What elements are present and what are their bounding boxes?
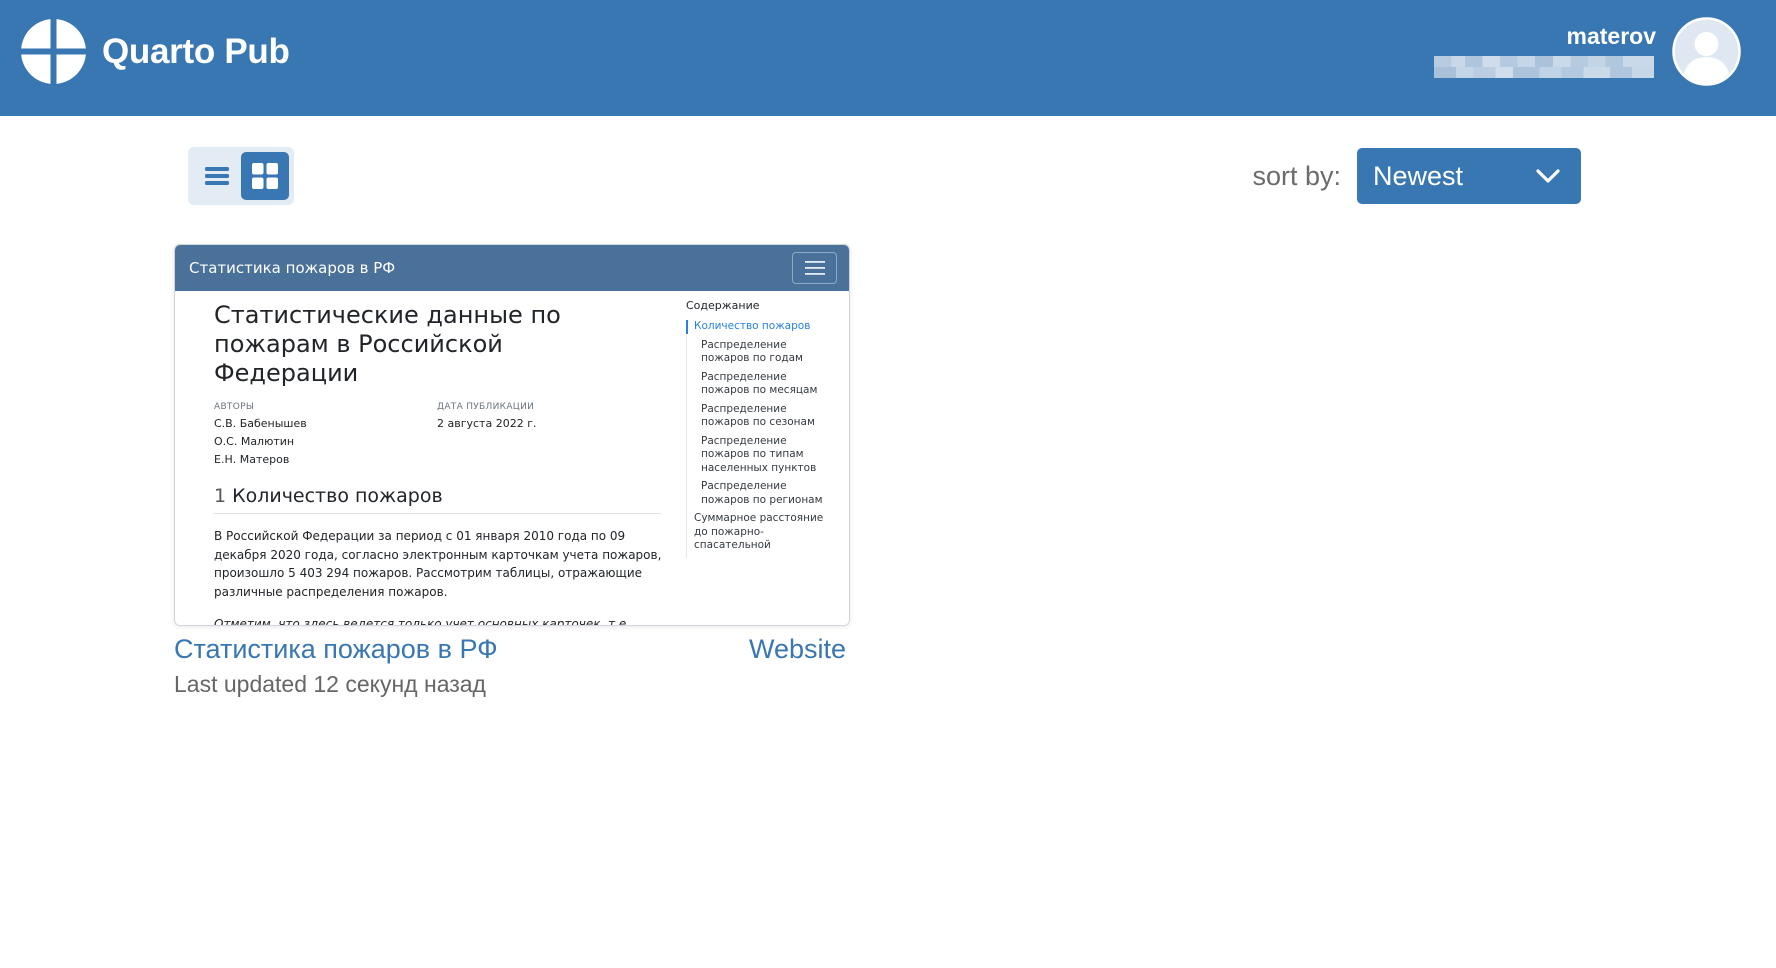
publication-thumbnail[interactable]: Статистика пожаров в РФ Статистические д… <box>174 244 850 626</box>
list-view-button[interactable] <box>193 152 241 200</box>
user-name: materov <box>1566 23 1656 49</box>
table-of-contents: Количество пожаров Распределение пожаров… <box>686 320 836 558</box>
thumbnail-navbar: Статистика пожаров в РФ <box>175 245 849 291</box>
brand-name[interactable]: Quarto Pub <box>102 30 290 74</box>
top-navbar: Quarto Pub materov <box>0 0 1776 116</box>
section-number: 1 <box>214 485 227 507</box>
grid-view-button[interactable] <box>241 152 289 200</box>
user-avatar-icon[interactable] <box>1672 17 1741 86</box>
grid-icon <box>252 163 278 189</box>
publication-date: 2 августа 2022 г. <box>437 417 537 430</box>
sort-selected-value: Newest <box>1373 161 1464 191</box>
date-label: ДАТА ПУБЛИКАЦИИ <box>437 402 535 412</box>
toc-item: Распределение пожаров по регионам <box>701 480 823 506</box>
toc-item: Суммарное расстояние до пожарно-спасател… <box>694 512 824 551</box>
toc-item: Распределение пожаров по годам <box>701 338 803 365</box>
sort-dropdown[interactable]: Newest <box>1357 148 1581 204</box>
toc-item-active: Количество пожаров <box>686 320 836 334</box>
view-mode-toggle <box>188 147 294 205</box>
authors-label: АВТОРЫ <box>214 402 255 412</box>
author-item: Е.Н. Матеров <box>214 453 290 466</box>
author-item: О.С. Малютин <box>214 435 295 448</box>
chevron-down-icon <box>1536 169 1560 183</box>
publication-type-link[interactable]: Website <box>749 632 846 666</box>
thumbnail-heading: Статистические данные по пожарам в Росси… <box>214 301 561 387</box>
sort-label: sort by: <box>1252 161 1341 191</box>
hamburger-menu-icon <box>792 252 837 284</box>
list-icon <box>205 167 229 185</box>
author-item: С.В. Бабенышев <box>214 417 307 430</box>
publication-last-updated: Last updated 12 секунд назад <box>174 671 486 697</box>
section-paragraph: В Российской Федерации за период с 01 ян… <box>214 529 662 600</box>
quarto-logo-icon[interactable] <box>21 19 86 84</box>
toc-item: Распределение пожаров по типам населенны… <box>701 434 817 474</box>
toc-item: Распределение пожаров по месяцам <box>701 370 818 397</box>
publication-title-link[interactable]: Статистика пожаров в РФ <box>174 632 498 666</box>
section-heading: 1 Количество пожаров <box>214 483 661 514</box>
section-paragraph-cut: Отметим, что здесь ведется только учет о… <box>214 617 631 626</box>
toc-title: Содержание <box>686 299 760 312</box>
toc-item: Распределение пожаров по сезонам <box>701 402 815 429</box>
thumbnail-nav-title: Статистика пожаров в РФ <box>189 259 396 277</box>
section-title: Количество пожаров <box>232 485 443 507</box>
blurred-email <box>1434 56 1654 78</box>
